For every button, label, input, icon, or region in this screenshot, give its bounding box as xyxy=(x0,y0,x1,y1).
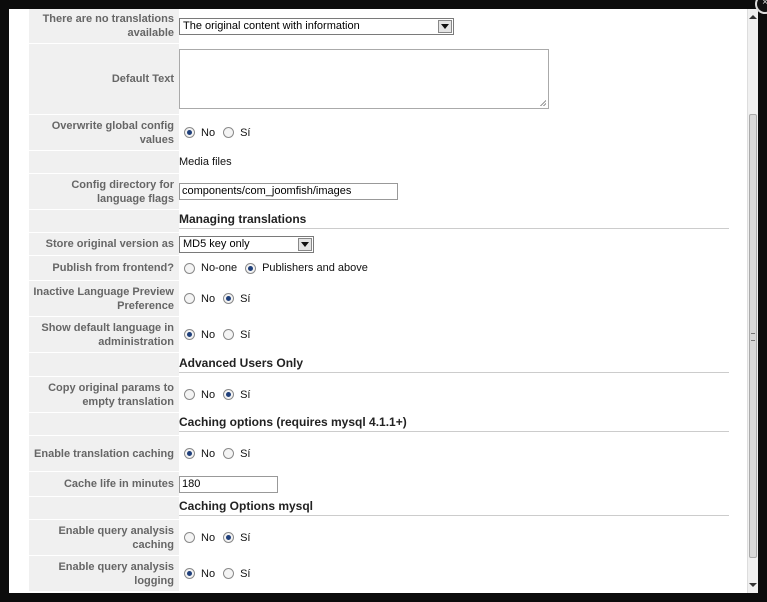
row-inactive-preview: Inactive Language Preview Preference No … xyxy=(29,281,739,317)
row-copy-params: Copy original params to empty translatio… xyxy=(29,377,739,413)
show-default-lang-radio-si[interactable] xyxy=(223,329,235,340)
query-analysis-caching-option-si: Sí xyxy=(240,531,251,544)
show-default-lang-radios: No Sí xyxy=(179,329,253,341)
overwrite-global-option-si: Sí xyxy=(240,126,251,139)
copy-params-option-si: Sí xyxy=(240,388,251,401)
caching-mysql-key-blank xyxy=(29,497,179,520)
show-default-lang-option-no: No xyxy=(201,328,216,341)
show-default-lang-option-si: Sí xyxy=(240,328,251,341)
publish-frontend-option-no-one: No-one xyxy=(201,262,238,274)
show-default-lang-label: Show default language in administration xyxy=(29,317,179,353)
default-text-textarea[interactable] xyxy=(179,49,549,109)
inactive-preview-radio-no[interactable] xyxy=(184,293,195,304)
enable-caching-option-si: Sí xyxy=(240,447,251,460)
copy-params-option-no: No xyxy=(201,388,216,401)
publish-frontend-option-publishers: Publishers and above xyxy=(262,262,368,274)
cache-life-label: Cache life in minutes xyxy=(29,472,179,497)
overwrite-global-radio-si[interactable] xyxy=(223,127,235,138)
row-query-analysis-logging: Enable query analysis logging No Sí xyxy=(29,556,739,592)
managing-translations-title: Managing translations xyxy=(179,212,729,229)
inactive-preview-option-si: Sí xyxy=(240,292,251,305)
advanced-users-title: Advanced Users Only xyxy=(179,356,729,373)
store-original-select[interactable]: MD5 key only xyxy=(179,235,314,253)
query-analysis-logging-option-no: No xyxy=(201,567,216,580)
show-default-lang-radio-no[interactable] xyxy=(184,329,195,340)
query-analysis-logging-label: Enable query analysis logging xyxy=(29,556,179,592)
row-config-dir: Config directory for language flags comp… xyxy=(29,174,739,210)
publish-frontend-label: Publish from frontend? xyxy=(29,256,179,281)
caching-options-key-blank xyxy=(29,413,179,436)
row-default-text: Default Text xyxy=(29,44,739,115)
row-store-original: Store original version as MD5 key only xyxy=(29,233,739,256)
inactive-preview-radios: No Sí xyxy=(179,293,253,305)
caching-mysql-title: Caching Options mysql xyxy=(179,499,729,516)
chevron-down-icon[interactable] xyxy=(298,237,312,251)
no-translations-value: The original content with information xyxy=(183,19,360,32)
overwrite-global-option-no: No xyxy=(201,126,216,139)
enable-caching-option-no: No xyxy=(201,447,216,460)
query-analysis-logging-radio-si[interactable] xyxy=(223,568,235,579)
scrollbar-thumb[interactable] xyxy=(749,114,757,558)
dialog-frame: There are no translations available The … xyxy=(9,9,758,593)
row-show-default-lang: Show default language in administration … xyxy=(29,317,739,353)
copy-params-radio-si[interactable] xyxy=(223,389,235,400)
enable-caching-radios: No Sí xyxy=(179,448,253,460)
section-caching-mysql: Caching Options mysql xyxy=(29,497,739,520)
inactive-preview-option-no: No xyxy=(201,292,216,305)
query-analysis-caching-option-no: No xyxy=(201,531,216,544)
row-cache-life: Cache life in minutes 180 xyxy=(29,472,739,497)
enable-caching-radio-no[interactable] xyxy=(184,448,195,459)
store-original-value: MD5 key only xyxy=(183,237,250,250)
cache-life-input[interactable]: 180 xyxy=(179,475,278,493)
section-managing-translations: Managing translations xyxy=(29,210,739,233)
query-analysis-caching-label: Enable query analysis caching xyxy=(29,520,179,556)
copy-params-radios: No Sí xyxy=(179,389,253,401)
config-dir-label: Config directory for language flags xyxy=(29,174,179,210)
query-analysis-logging-radios: No Sí xyxy=(179,568,253,580)
resize-grip-icon[interactable] xyxy=(538,98,546,106)
caching-options-title: Caching options (requires mysql 4.1.1+) xyxy=(179,415,729,432)
publish-frontend-radio-publishers[interactable] xyxy=(245,262,257,274)
query-analysis-caching-radio-si[interactable] xyxy=(223,532,235,543)
arrow-down-icon[interactable] xyxy=(748,579,758,591)
copy-params-radio-no[interactable] xyxy=(184,389,195,400)
query-analysis-caching-radio-no[interactable] xyxy=(184,532,195,543)
query-analysis-caching-radios: No Sí xyxy=(179,532,253,544)
chevron-down-icon[interactable] xyxy=(438,19,452,33)
query-analysis-logging-radio-no[interactable] xyxy=(184,568,195,579)
publish-frontend-radio-no-one[interactable] xyxy=(184,262,195,274)
section-advanced-users: Advanced Users Only xyxy=(29,353,739,377)
enable-caching-radio-si[interactable] xyxy=(223,448,235,459)
row-enable-caching: Enable translation caching No Sí xyxy=(29,436,739,472)
section-caching-options: Caching options (requires mysql 4.1.1+) xyxy=(29,413,739,436)
no-translations-select[interactable]: The original content with information xyxy=(179,17,454,35)
publish-frontend-radios: No-one Publishers and above xyxy=(179,262,371,274)
row-media-files: Media files xyxy=(29,151,739,174)
advanced-users-key-blank xyxy=(29,353,179,377)
row-overwrite-global: Overwrite global config values No Sí xyxy=(29,115,739,151)
config-form: There are no translations available The … xyxy=(9,9,747,593)
no-translations-label: There are no translations available xyxy=(29,9,179,44)
row-query-analysis-caching: Enable query analysis caching No Sí xyxy=(29,520,739,556)
inactive-preview-radio-si[interactable] xyxy=(223,293,235,304)
row-publish-frontend: Publish from frontend? No-one Publishers… xyxy=(29,256,739,281)
grip-icon xyxy=(751,333,755,341)
overwrite-global-radios: No Sí xyxy=(179,127,253,139)
inactive-preview-label: Inactive Language Preview Preference xyxy=(29,281,179,317)
enable-caching-label: Enable translation caching xyxy=(29,436,179,472)
config-dir-input[interactable]: components/com_joomfish/images xyxy=(179,183,398,200)
overwrite-global-radio-no[interactable] xyxy=(184,127,195,138)
store-original-label: Store original version as xyxy=(29,233,179,256)
vertical-scrollbar[interactable] xyxy=(747,9,758,593)
default-text-label: Default Text xyxy=(29,44,179,115)
copy-params-label: Copy original params to empty translatio… xyxy=(29,377,179,413)
row-no-translations: There are no translations available The … xyxy=(29,9,739,44)
overwrite-global-label: Overwrite global config values xyxy=(29,115,179,151)
query-analysis-logging-option-si: Sí xyxy=(240,567,251,580)
media-files-heading: Media files xyxy=(179,156,232,168)
managing-translations-key-blank xyxy=(29,210,179,233)
media-files-key-blank xyxy=(29,151,179,174)
arrow-up-icon[interactable] xyxy=(748,11,758,23)
